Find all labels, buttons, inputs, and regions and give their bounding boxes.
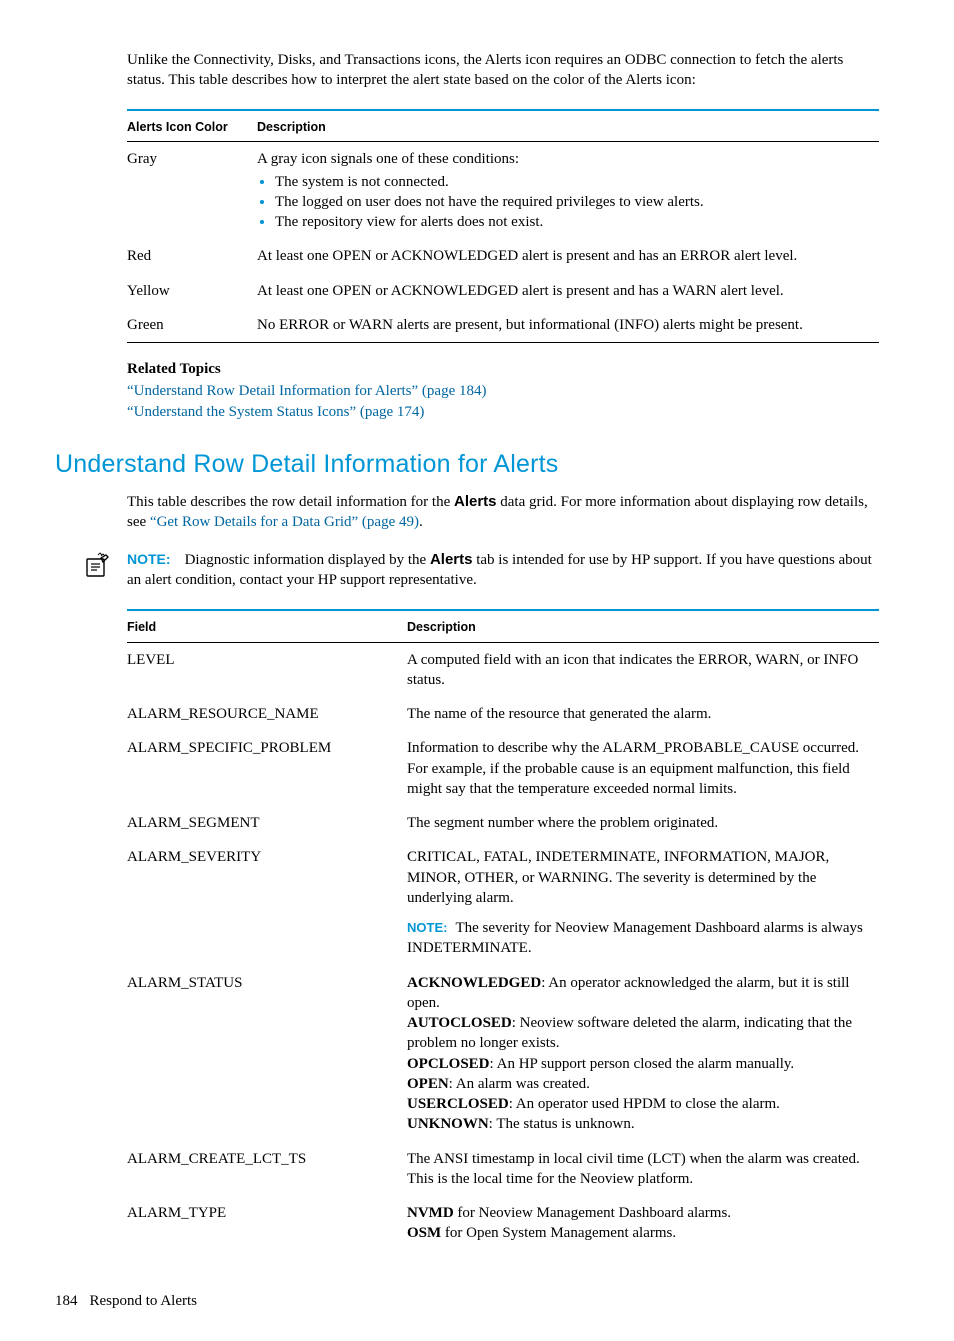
table-header-row: Alerts Icon Color Description xyxy=(127,111,879,142)
col-header-description: Description xyxy=(257,111,879,142)
cell-field: ALARM_CREATE_LCT_TS xyxy=(127,1142,407,1197)
text: : An operator used HPDM to close the ala… xyxy=(509,1096,780,1112)
text: : The status is unknown. xyxy=(489,1116,635,1132)
bullet-item: The logged on user does not have the req… xyxy=(275,192,869,212)
cell-field: ALARM_TYPE xyxy=(127,1196,407,1251)
cell-description: CRITICAL, FATAL, INDETERMINATE, INFORMAT… xyxy=(407,840,879,965)
related-link[interactable]: “Understand the System Status Icons” (pa… xyxy=(127,404,424,420)
text: . xyxy=(419,514,423,530)
type-name: OSM xyxy=(407,1225,441,1241)
table-row: Green No ERROR or WARN alerts are presen… xyxy=(127,308,879,343)
text: This table describes the row detail info… xyxy=(127,494,454,510)
note-label: NOTE: xyxy=(407,920,447,935)
status-name: OPCLOSED xyxy=(407,1056,490,1072)
cell-field: ALARM_SPECIFIC_PROBLEM xyxy=(127,731,407,806)
cell-description: The segment number where the problem ori… xyxy=(407,806,879,840)
col-header-field: Field xyxy=(127,611,407,642)
section-intro-paragraph: This table describes the row detail info… xyxy=(127,492,879,533)
status-name: ACKNOWLEDGED xyxy=(407,975,541,991)
page-number: 184 xyxy=(55,1293,78,1309)
cell-field: ALARM_STATUS xyxy=(127,966,407,1142)
table-row: ALARM_RESOURCE_NAME The name of the reso… xyxy=(127,697,879,731)
section-heading: Understand Row Detail Information for Al… xyxy=(55,448,879,482)
table-row: Gray A gray icon signals one of these co… xyxy=(127,142,879,240)
cell-description: A computed field with an icon that indic… xyxy=(407,642,879,697)
cell-description: At least one OPEN or ACKNOWLEDGED alert … xyxy=(257,274,879,308)
table-row: Red At least one OPEN or ACKNOWLEDGED al… xyxy=(127,239,879,273)
text: Diagnostic information displayed by the xyxy=(185,552,430,568)
table-header-row: Field Description xyxy=(127,611,879,642)
severity-text: CRITICAL, FATAL, INDETERMINATE, INFORMAT… xyxy=(407,847,869,908)
cell-description: At least one OPEN or ACKNOWLEDGED alert … xyxy=(257,239,879,273)
status-name: USERCLOSED xyxy=(407,1096,509,1112)
related-link[interactable]: “Understand Row Detail Information for A… xyxy=(127,383,486,399)
cell-description: NVMD for Neoview Management Dashboard al… xyxy=(407,1196,879,1251)
col-header-color: Alerts Icon Color xyxy=(127,111,257,142)
cell-description: A gray icon signals one of these conditi… xyxy=(257,142,879,240)
cell-description: ACKNOWLEDGED: An operator acknowledged t… xyxy=(407,966,879,1142)
text: for Neoview Management Dashboard alarms. xyxy=(454,1205,731,1221)
cell-color: Yellow xyxy=(127,274,257,308)
gray-lead: A gray icon signals one of these conditi… xyxy=(257,151,519,167)
alerts-term: Alerts xyxy=(454,493,497,510)
alerts-term: Alerts xyxy=(430,551,473,568)
cell-description: No ERROR or WARN alerts are present, but… xyxy=(257,308,879,343)
cell-description: Information to describe why the ALARM_PR… xyxy=(407,731,879,806)
table-row: LEVEL A computed field with an icon that… xyxy=(127,642,879,697)
text: The severity for Neoview Management Dash… xyxy=(407,920,863,956)
text: for Open System Management alarms. xyxy=(441,1225,676,1241)
table-row: ALARM_STATUS ACKNOWLEDGED: An operator a… xyxy=(127,966,879,1142)
related-topics-heading: Related Topics xyxy=(127,359,879,379)
table-row: ALARM_SEGMENT The segment number where t… xyxy=(127,806,879,840)
cell-field: ALARM_SEVERITY xyxy=(127,840,407,965)
inline-link[interactable]: “Get Row Details for a Data Grid” (page … xyxy=(150,514,419,530)
cell-field: ALARM_RESOURCE_NAME xyxy=(127,697,407,731)
footer-title: Respond to Alerts xyxy=(90,1293,198,1309)
cell-color: Red xyxy=(127,239,257,273)
note-icon xyxy=(55,550,127,580)
note-label: NOTE: xyxy=(127,551,171,567)
table-row: ALARM_SEVERITY CRITICAL, FATAL, INDETERM… xyxy=(127,840,879,965)
status-name: UNKNOWN xyxy=(407,1116,489,1132)
bullet-item: The system is not connected. xyxy=(275,172,869,192)
cell-description: The name of the resource that generated … xyxy=(407,697,879,731)
bullet-item: The repository view for alerts does not … xyxy=(275,212,869,232)
page-footer: 184 Respond to Alerts xyxy=(55,1291,879,1311)
status-name: OPEN xyxy=(407,1076,449,1092)
col-header-description: Description xyxy=(407,611,879,642)
text: : An HP support person closed the alarm … xyxy=(490,1056,795,1072)
text: : An alarm was created. xyxy=(449,1076,590,1092)
intro-paragraph: Unlike the Connectivity, Disks, and Tran… xyxy=(127,50,879,91)
type-name: NVMD xyxy=(407,1205,454,1221)
table-row: Yellow At least one OPEN or ACKNOWLEDGED… xyxy=(127,274,879,308)
table-row: ALARM_CREATE_LCT_TS The ANSI timestamp i… xyxy=(127,1142,879,1197)
table-row: ALARM_TYPE NVMD for Neoview Management D… xyxy=(127,1196,879,1251)
cell-color: Green xyxy=(127,308,257,343)
cell-color: Gray xyxy=(127,142,257,240)
cell-field: ALARM_SEGMENT xyxy=(127,806,407,840)
related-topics: Related Topics “Understand Row Detail In… xyxy=(127,359,879,422)
status-name: AUTOCLOSED xyxy=(407,1015,512,1031)
alerts-icon-color-table: Alerts Icon Color Description Gray A gra… xyxy=(127,109,879,344)
note-block: NOTE: Diagnostic information displayed by… xyxy=(55,550,879,591)
table-row: ALARM_SPECIFIC_PROBLEM Information to de… xyxy=(127,731,879,806)
row-detail-fields-table: Field Description LEVEL A computed field… xyxy=(127,609,879,1251)
cell-field: LEVEL xyxy=(127,642,407,697)
cell-description: The ANSI timestamp in local civil time (… xyxy=(407,1142,879,1197)
